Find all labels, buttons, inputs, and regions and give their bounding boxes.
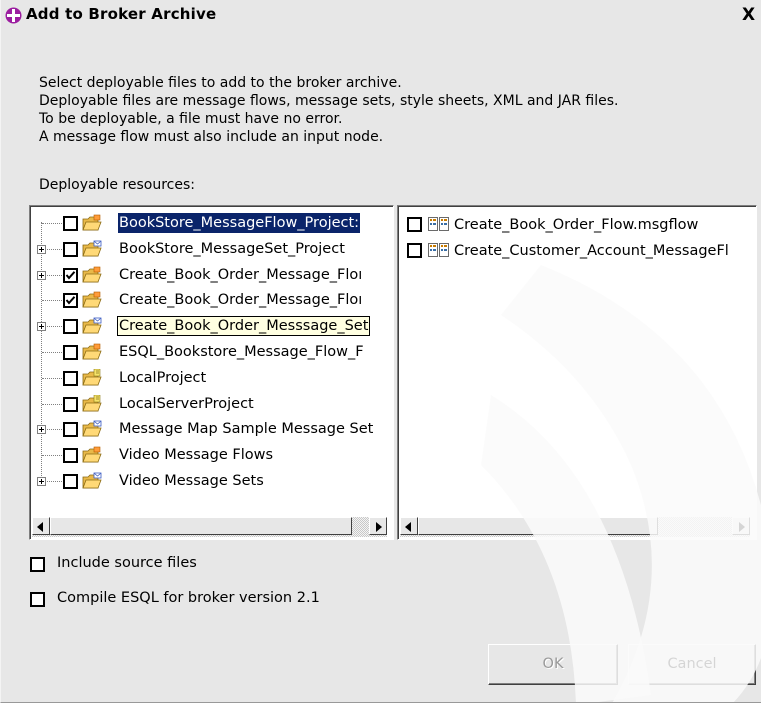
tree-item-label: Video Message Sets bbox=[119, 473, 264, 489]
project-checkbox[interactable] bbox=[63, 422, 78, 437]
file-item-label: Create_Customer_Account_MessageFl bbox=[454, 243, 729, 259]
file-list[interactable]: Create_Book_Order_Flow.msgflow Create_Cus… bbox=[397, 205, 757, 540]
file-list-hscrollbar[interactable] bbox=[400, 517, 750, 537]
include-source-label: Include source files bbox=[57, 555, 197, 571]
tree-connector bbox=[42, 378, 62, 380]
instruction-line: A message flow must also include an inpu… bbox=[39, 129, 384, 145]
checkmark-icon bbox=[65, 296, 76, 305]
tree-connector bbox=[42, 352, 62, 354]
project-checkbox[interactable] bbox=[63, 319, 78, 334]
arrow-right-icon bbox=[739, 522, 745, 532]
arrow-left-icon bbox=[405, 522, 411, 532]
project-checkbox[interactable] bbox=[63, 474, 78, 489]
expand-icon[interactable] bbox=[37, 477, 46, 486]
folder-set-icon bbox=[82, 317, 102, 334]
project-checkbox[interactable] bbox=[63, 448, 78, 463]
ok-button[interactable]: OK bbox=[488, 644, 618, 685]
expand-icon[interactable] bbox=[37, 245, 46, 254]
title-bar[interactable]: Add to Broker Archive X bbox=[1, 0, 761, 33]
tree-item[interactable]: Message Map Sample Message Set bbox=[30, 418, 390, 441]
instruction-line: Deployable files are message flows, mess… bbox=[39, 93, 619, 109]
tree-item-label: Create_Book_Order_Message_Floı bbox=[119, 267, 363, 283]
file-item[interactable]: Create_Customer_Account_MessageFl bbox=[398, 240, 754, 263]
instruction-line: Select deployable files to add to the br… bbox=[39, 75, 402, 91]
tree-item-label: ESQL_Bookstore_Message_Flow_F bbox=[119, 344, 364, 360]
msgflow-icon bbox=[428, 217, 449, 231]
compile-esql-checkbox[interactable] bbox=[30, 592, 45, 607]
include-source-checkbox[interactable] bbox=[30, 557, 45, 572]
tree-item[interactable]: BookStore_MessageSet_Project bbox=[30, 238, 390, 261]
expand-icon[interactable] bbox=[37, 425, 46, 434]
tree-item-label: Create_Book_Order_Message_Floı bbox=[119, 292, 363, 308]
tree-item-label: LocalProject bbox=[119, 370, 207, 386]
project-checkbox[interactable] bbox=[63, 216, 78, 231]
folder-java-icon bbox=[82, 394, 102, 412]
folder-flow-icon bbox=[82, 266, 102, 283]
project-tree-hscrollbar[interactable] bbox=[32, 517, 387, 537]
arrow-left-icon bbox=[37, 522, 43, 532]
tree-item[interactable]: Create_Book_Order_Message_Floı bbox=[30, 289, 390, 312]
tree-item[interactable]: LocalServerProject bbox=[30, 393, 390, 416]
tree-item-label: BookStore_MessageSet_Project bbox=[119, 241, 345, 257]
folder-set-icon bbox=[82, 240, 102, 257]
scrollbar-thumb[interactable] bbox=[418, 517, 658, 535]
folder-flow-icon bbox=[82, 291, 102, 308]
tree-item[interactable]: LocalProject bbox=[30, 367, 390, 390]
folder-java-icon bbox=[82, 368, 102, 386]
tree-item-label: Create_Book_Order_Messsage_Set bbox=[117, 316, 371, 336]
project-checkbox[interactable] bbox=[63, 397, 78, 412]
scrollbar-thumb[interactable] bbox=[50, 517, 352, 535]
scroll-left-button[interactable] bbox=[400, 517, 418, 535]
project-checkbox[interactable] bbox=[63, 371, 78, 386]
tree-item-label: LocalServerProject bbox=[119, 396, 254, 412]
folder-flow-icon bbox=[82, 214, 102, 231]
expand-icon[interactable] bbox=[37, 271, 46, 280]
project-checkbox[interactable] bbox=[63, 345, 78, 360]
scroll-right-button[interactable] bbox=[732, 517, 750, 535]
scroll-left-button[interactable] bbox=[32, 517, 50, 535]
project-checkbox[interactable] bbox=[63, 293, 78, 308]
file-checkbox[interactable] bbox=[407, 243, 422, 258]
tree-item[interactable]: Video Message Sets bbox=[30, 470, 390, 493]
project-tree[interactable]: BookStore_MessageFlow_Project: BookStore_… bbox=[29, 205, 394, 540]
file-item-label: Create_Book_Order_Flow.msgflow bbox=[454, 217, 699, 233]
add-to-broker-archive-dialog: Add to Broker Archive X Select deployabl… bbox=[0, 0, 761, 703]
file-item[interactable]: Create_Book_Order_Flow.msgflow bbox=[398, 214, 754, 237]
tree-item[interactable]: Create_Book_Order_Message_Floı bbox=[30, 264, 390, 287]
tree-item[interactable]: Video Message Flows bbox=[30, 444, 390, 467]
instruction-line: To be deployable, a file must have no er… bbox=[39, 111, 343, 127]
app-icon bbox=[5, 7, 22, 24]
tree-item[interactable]: Create_Book_Order_Messsage_Set bbox=[30, 315, 390, 338]
folder-flow-icon bbox=[82, 343, 102, 360]
arrow-right-icon bbox=[376, 522, 382, 532]
dialog-title: Add to Broker Archive bbox=[26, 5, 217, 23]
tree-item[interactable]: BookStore_MessageFlow_Project: bbox=[30, 212, 390, 235]
tree-item-label: BookStore_MessageFlow_Project: bbox=[116, 212, 362, 234]
folder-set-icon bbox=[82, 472, 102, 489]
tree-connector bbox=[42, 300, 62, 302]
msgflow-icon bbox=[428, 243, 449, 257]
instructions: Select deployable files to add to the br… bbox=[39, 74, 618, 146]
deployable-resources-label: Deployable resources: bbox=[39, 177, 196, 193]
folder-set-icon bbox=[82, 420, 102, 437]
project-checkbox[interactable] bbox=[63, 268, 78, 283]
tree-item-label: Message Map Sample Message Set bbox=[119, 421, 374, 437]
folder-flow-icon bbox=[82, 446, 102, 463]
expand-icon[interactable] bbox=[37, 322, 46, 331]
close-button[interactable]: X bbox=[742, 4, 761, 26]
checkmark-icon bbox=[65, 271, 76, 280]
tree-item-label: Video Message Flows bbox=[119, 447, 274, 463]
tree-connector bbox=[42, 223, 62, 225]
tree-connector bbox=[42, 404, 62, 406]
project-checkbox[interactable] bbox=[63, 242, 78, 257]
tree-item[interactable]: ESQL_Bookstore_Message_Flow_F bbox=[30, 341, 390, 364]
cancel-button[interactable]: Cancel bbox=[628, 644, 756, 685]
compile-esql-label: Compile ESQL for broker version 2.1 bbox=[57, 590, 320, 606]
tree-connector bbox=[42, 455, 62, 457]
scroll-right-button[interactable] bbox=[369, 517, 387, 535]
file-checkbox[interactable] bbox=[407, 217, 422, 232]
